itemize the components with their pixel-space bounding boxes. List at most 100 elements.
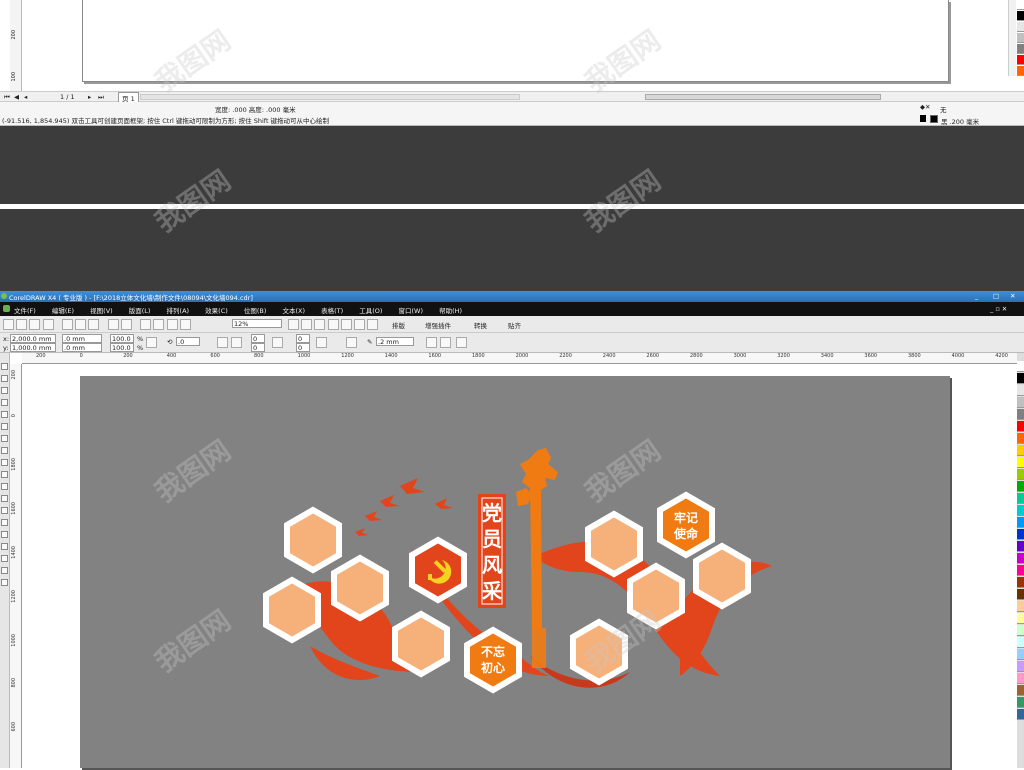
- zoom-all-icon[interactable]: [327, 319, 339, 330]
- palette-swatch[interactable]: [1017, 66, 1024, 76]
- rotation-field[interactable]: .0: [176, 337, 200, 346]
- palette-swatch[interactable]: [1017, 55, 1024, 65]
- palette-swatch[interactable]: [1017, 577, 1024, 588]
- color-palette[interactable]: [1017, 353, 1024, 768]
- corner-lock-icon[interactable]: [272, 337, 283, 348]
- palette-swatch[interactable]: [1017, 709, 1024, 720]
- scale-height-field[interactable]: 100.0: [110, 343, 134, 352]
- palette-swatch[interactable]: [1017, 44, 1024, 54]
- copy-icon[interactable]: [75, 319, 87, 330]
- basic-shapes-icon[interactable]: [1, 471, 8, 478]
- zoom-page-icon[interactable]: [340, 319, 352, 330]
- typeset-button[interactable]: 排版: [392, 320, 405, 330]
- previous-page-canvas[interactable]: [82, 0, 949, 82]
- interactive-fill-icon[interactable]: [1, 579, 8, 586]
- palette-swatch[interactable]: [1017, 361, 1024, 372]
- menu-bitmaps[interactable]: 位图(B): [244, 307, 267, 315]
- scale-width-field[interactable]: 100.0: [110, 334, 134, 343]
- shape-tool-icon[interactable]: [1, 375, 8, 382]
- menu-text[interactable]: 文本(X): [282, 307, 305, 315]
- connector-tool-icon[interactable]: [1, 519, 8, 526]
- palette-swatch[interactable]: [1017, 469, 1024, 480]
- pick-tool-icon[interactable]: [1, 363, 8, 370]
- rectangle-tool-icon[interactable]: [1, 435, 8, 442]
- palette-swatch[interactable]: [1017, 505, 1024, 516]
- wrap-text-icon[interactable]: [346, 337, 357, 348]
- x-position-field[interactable]: 2,000.0 mm: [10, 334, 56, 343]
- horizontal-scrollbar-thumb[interactable]: [645, 94, 881, 100]
- palette-swatch[interactable]: [1017, 697, 1024, 708]
- zoom-out-icon[interactable]: [301, 319, 313, 330]
- freehand-tool-icon[interactable]: [1, 411, 8, 418]
- text-tool-icon[interactable]: [1, 483, 8, 490]
- outline-width-select[interactable]: .2 mm: [376, 337, 414, 346]
- palette-swatch[interactable]: [1017, 493, 1024, 504]
- smart-fill-icon[interactable]: [1, 423, 8, 430]
- palette-swatch[interactable]: [1017, 385, 1024, 396]
- palette-swatch[interactable]: [1017, 589, 1024, 600]
- mirror-v-icon[interactable]: [231, 337, 242, 348]
- convert-button[interactable]: 转换: [474, 320, 487, 330]
- y-position-field[interactable]: 1,000.0 mm: [10, 343, 56, 352]
- palette-swatch[interactable]: [1017, 22, 1024, 32]
- palette-swatch[interactable]: [1017, 11, 1024, 21]
- last-page-icon[interactable]: ⏭: [98, 93, 104, 102]
- eyedropper-icon[interactable]: [1, 543, 8, 550]
- palette-swatch[interactable]: [1017, 421, 1024, 432]
- new-icon[interactable]: [3, 319, 14, 330]
- menu-layout[interactable]: 版面(L): [129, 307, 151, 315]
- dimension-tool-icon[interactable]: [1, 507, 8, 514]
- color-palette-previous[interactable]: [1017, 0, 1024, 76]
- palette-swatch[interactable]: [1017, 541, 1024, 552]
- first-page-icon[interactable]: ⏮: [4, 93, 10, 102]
- palette-swatch[interactable]: [1017, 409, 1024, 420]
- table-tool-icon[interactable]: [1, 495, 8, 502]
- menu-tools[interactable]: 工具(O): [359, 307, 382, 315]
- enhance-plugin-button[interactable]: 增强插件: [425, 320, 451, 330]
- ellipse-tool-icon[interactable]: [1, 447, 8, 454]
- mirror-h-icon[interactable]: [217, 337, 228, 348]
- palette-swatch[interactable]: [1017, 529, 1024, 540]
- cut-icon[interactable]: [61, 319, 73, 330]
- menu-arrange[interactable]: 排列(A): [167, 307, 190, 315]
- import-icon[interactable]: [140, 319, 152, 330]
- horizontal-scrollbar-track[interactable]: [140, 94, 520, 100]
- palette-swatch[interactable]: [1017, 565, 1024, 576]
- palette-swatch[interactable]: [1017, 33, 1024, 43]
- maximize-button[interactable]: □: [993, 292, 999, 300]
- snap-button[interactable]: 贴齐: [508, 320, 521, 330]
- prev-page-icon[interactable]: ◂: [24, 93, 27, 101]
- undo-icon[interactable]: [107, 319, 119, 330]
- vertical-ruler[interactable]: 200 0 1800 1600 1400 1200 1000 800 600: [10, 364, 22, 768]
- corner-radius-field[interactable]: 0: [296, 334, 310, 343]
- print-icon[interactable]: [42, 319, 54, 330]
- menu-help[interactable]: 帮助(H): [439, 307, 462, 315]
- palette-swatch[interactable]: [1017, 661, 1024, 672]
- paste-icon[interactable]: [88, 319, 100, 330]
- crop-tool-icon[interactable]: [1, 387, 8, 394]
- redo-icon[interactable]: [120, 319, 132, 330]
- blend-tool-icon[interactable]: [1, 531, 8, 538]
- palette-swatch[interactable]: [1017, 685, 1024, 696]
- palette-swatch[interactable]: [1017, 457, 1024, 468]
- corner-radius-field[interactable]: 0: [251, 343, 265, 352]
- page-canvas[interactable]: 党 员 风 采 牢记 使命 不忘 初心: [80, 376, 950, 768]
- zoom-level-select[interactable]: 12%: [232, 319, 282, 328]
- zoom-tool-icon[interactable]: [1, 399, 8, 406]
- menu-window[interactable]: 窗口(W): [398, 307, 423, 315]
- palette-swatch[interactable]: [1017, 517, 1024, 528]
- doc-window-controls[interactable]: _ ▫ ✕: [990, 305, 1007, 313]
- prev-page-icon[interactable]: ◀: [14, 93, 19, 101]
- menu-file[interactable]: 文件(F): [14, 307, 36, 315]
- palette-swatch[interactable]: [1017, 0, 1024, 10]
- close-button[interactable]: ✕: [1010, 292, 1015, 300]
- palette-swatch[interactable]: [1017, 553, 1024, 564]
- palette-swatch[interactable]: [1017, 601, 1024, 612]
- palette-swatch[interactable]: [1017, 373, 1024, 384]
- fill-tool-icon[interactable]: [1, 567, 8, 574]
- width-field[interactable]: .0 mm: [62, 334, 102, 343]
- zoom-height-icon[interactable]: [367, 319, 379, 330]
- open-icon[interactable]: [16, 319, 28, 330]
- palette-swatch[interactable]: [1017, 613, 1024, 624]
- zoom-selection-icon[interactable]: [314, 319, 326, 330]
